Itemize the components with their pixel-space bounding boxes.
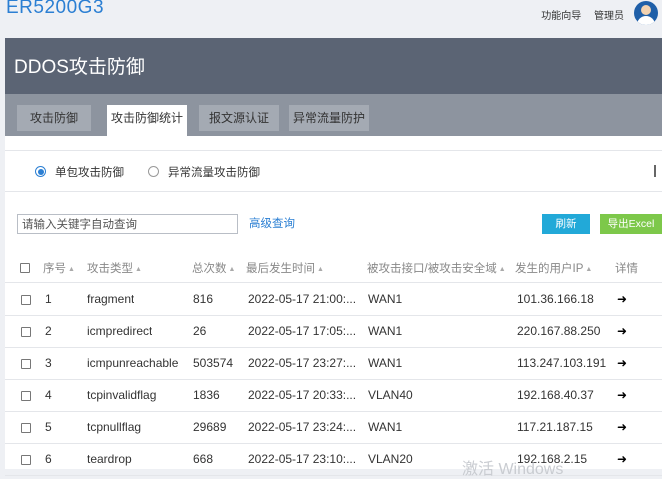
- activation-watermark: 激活 Windows: [462, 461, 564, 478]
- top-links: 功能向导 管理员: [531, 7, 624, 22]
- cell-user-ip: 113.247.103.191: [517, 356, 607, 370]
- admin-link[interactable]: 管理员: [594, 11, 624, 22]
- cell-interface: WAN1: [368, 356, 403, 370]
- cell-type: icmpredirect: [87, 324, 153, 338]
- cell-type: tcpnullflag: [87, 420, 142, 434]
- tab-bar: 攻击防御 攻击防御统计 报文源认证 异常流量防护: [5, 94, 662, 136]
- detail-arrow-icon[interactable]: ➜: [617, 420, 627, 434]
- col-no[interactable]: 序号 ▲: [43, 260, 75, 276]
- table-row: 3 icmpunreachable 503574 2022-05-17 23:27:.…: [5, 347, 662, 380]
- cell-interface: WAN1: [368, 324, 403, 338]
- tab-attack-statistics[interactable]: 攻击防御统计: [107, 105, 187, 136]
- row-checkbox[interactable]: [21, 391, 31, 401]
- cell-time: 2022-05-17 21:00:...: [248, 292, 357, 306]
- col-count[interactable]: 总次数 ▲: [192, 260, 235, 276]
- brand-logo: ER5200G3: [6, 0, 105, 18]
- table-row: 6 teardrop 668 2022-05-17 23:10:... VLAN20 19…: [5, 443, 662, 476]
- cell-time: 2022-05-17 23:10:...: [248, 452, 357, 466]
- row-checkbox[interactable]: [21, 455, 31, 465]
- table-row: 1 fragment 816 2022-05-17 21:00:... WAN1 101.…: [5, 283, 662, 316]
- tab-attack-defense[interactable]: 攻击防御: [17, 105, 91, 131]
- wizard-link[interactable]: 功能向导: [541, 11, 581, 22]
- cell-count: 816: [193, 292, 214, 306]
- cell-no: 4: [45, 388, 52, 402]
- page-header: DDOS攻击防御: [5, 38, 662, 94]
- table-row: 5 tcpnullflag 29689 2022-05-17 23:24:... WAN…: [5, 411, 662, 444]
- page-title: DDOS攻击防御: [14, 57, 145, 78]
- export-excel-button[interactable]: 导出Excel: [600, 214, 662, 234]
- cell-interface: WAN1: [368, 420, 403, 434]
- cell-time: 2022-05-17 23:27:...: [248, 356, 357, 370]
- cell-count: 29689: [193, 420, 227, 434]
- top-bar: ER5200G3 功能向导 管理员: [0, 0, 662, 38]
- cell-no: 1: [45, 292, 52, 306]
- table-row: 4 tcpinvalidflag 1836 2022-05-17 20:33:... V…: [5, 379, 662, 412]
- radio-single-packet[interactable]: 单包攻击防御: [35, 164, 124, 180]
- cell-no: 6: [45, 452, 52, 466]
- cell-count: 503574: [193, 356, 234, 370]
- cell-user-ip: 117.21.187.15: [517, 420, 593, 434]
- detail-arrow-icon[interactable]: ➜: [617, 356, 627, 370]
- mode-radio-group: 单包攻击防御 异常流量攻击防御: [5, 150, 662, 192]
- radio-unselected-icon: [148, 166, 159, 177]
- cell-time: 2022-05-17 20:33:...: [248, 388, 357, 402]
- cell-type: teardrop: [87, 452, 132, 466]
- select-all-checkbox[interactable]: [20, 263, 30, 273]
- radio-label: 单包攻击防御: [55, 167, 124, 179]
- cell-no: 3: [45, 356, 52, 370]
- cell-count: 26: [193, 324, 207, 338]
- col-type[interactable]: 攻击类型 ▲: [87, 260, 142, 276]
- tab-abnormal-traffic[interactable]: 异常流量防护: [289, 105, 369, 131]
- radio-abnormal-traffic[interactable]: 异常流量攻击防御: [148, 164, 260, 180]
- advanced-search-link[interactable]: 高级查询: [249, 215, 295, 231]
- col-time[interactable]: 最后发生时间 ▲: [246, 260, 324, 276]
- cell-interface: VLAN40: [368, 388, 413, 402]
- avatar-icon[interactable]: [634, 1, 658, 25]
- cell-time: 2022-05-17 23:24:...: [248, 420, 357, 434]
- detail-arrow-icon[interactable]: ➜: [617, 388, 627, 402]
- col-detail: 详情: [615, 263, 638, 275]
- col-user-ip[interactable]: 发生的用户IP ▲: [515, 260, 592, 276]
- cell-interface: VLAN20: [368, 452, 413, 466]
- cell-user-ip: 220.167.88.250: [517, 324, 601, 338]
- table-header: 序号 ▲ 攻击类型 ▲ 总次数 ▲ 最后发生时间 ▲ 被攻击接口/被攻击安全域 ▲ 发生的…: [5, 252, 662, 283]
- cell-type: fragment: [87, 292, 135, 306]
- cell-count: 1836: [193, 388, 220, 402]
- content-panel: 单包攻击防御 异常流量攻击防御 请输入关键字自动查询 高级查询 刷新 导出Exc…: [5, 136, 662, 476]
- cell-type: icmpunreachable: [87, 356, 179, 370]
- radio-label: 异常流量攻击防御: [168, 167, 260, 179]
- cell-count: 668: [193, 452, 214, 466]
- radio-selected-icon: [35, 166, 46, 177]
- cell-type: tcpinvalidflag: [87, 388, 157, 402]
- cell-no: 2: [45, 324, 52, 338]
- table-row: 2 icmpredirect 26 2022-05-17 17:05:... WAN1 2…: [5, 315, 662, 348]
- row-checkbox[interactable]: [21, 295, 31, 305]
- row-checkbox[interactable]: [21, 327, 31, 337]
- cell-time: 2022-05-17 17:05:...: [248, 324, 357, 338]
- row-checkbox[interactable]: [21, 423, 31, 433]
- cell-no: 5: [45, 420, 52, 434]
- detail-arrow-icon[interactable]: ➜: [617, 452, 627, 466]
- refresh-button[interactable]: 刷新: [542, 214, 590, 234]
- tab-source-auth[interactable]: 报文源认证: [199, 105, 279, 131]
- cell-user-ip: 101.36.166.18: [517, 292, 594, 306]
- detail-arrow-icon[interactable]: ➜: [617, 292, 627, 306]
- col-interface[interactable]: 被攻击接口/被攻击安全域 ▲: [367, 260, 506, 276]
- search-input[interactable]: 请输入关键字自动查询: [17, 214, 238, 234]
- row-checkbox[interactable]: [21, 359, 31, 369]
- cell-interface: WAN1: [368, 292, 403, 306]
- side-panel-icon[interactable]: [654, 165, 662, 177]
- cell-user-ip: 192.168.40.37: [517, 388, 594, 402]
- detail-arrow-icon[interactable]: ➜: [617, 324, 627, 338]
